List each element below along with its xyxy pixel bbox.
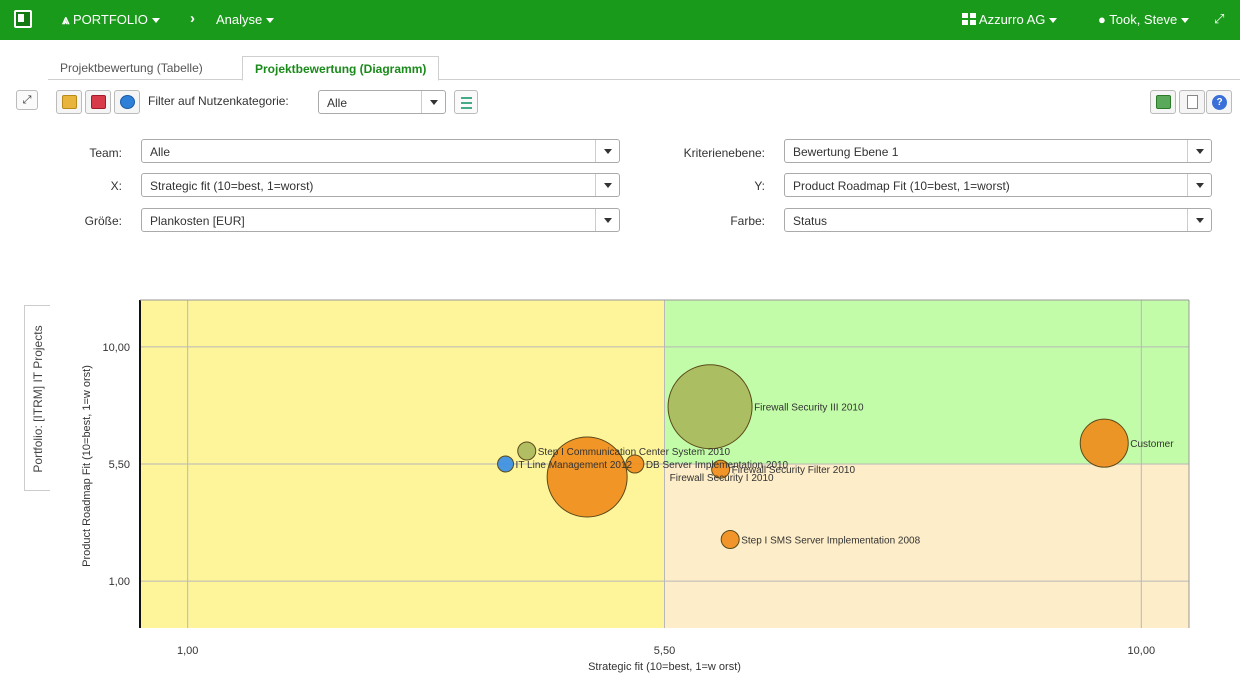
fullscreen-icon[interactable]: ⤢: [1214, 11, 1224, 27]
y-tick-label: 10,00: [102, 342, 130, 354]
x-axis-select[interactable]: Strategic fit (10=best, 1=worst): [141, 173, 620, 197]
color-label: Farbe:: [730, 214, 765, 228]
size-label: Größe:: [84, 214, 122, 228]
criteria-level-select[interactable]: Bewertung Ebene 1: [784, 139, 1212, 163]
bubble: [720, 529, 740, 549]
filter-select[interactable]: Alle: [318, 90, 446, 114]
company-menu-label: Azzurro AG: [978, 12, 1046, 27]
export-chart-button[interactable]: [1150, 90, 1176, 114]
x-tick-label: 1,00: [177, 645, 198, 657]
chevron-down-icon: [595, 140, 619, 162]
y-axis-title: Product Roadmap Fit (10=best, 1=w orst): [81, 365, 93, 567]
tab-strip: Projektbewertung (Tabelle) Projektbewert…: [48, 56, 1240, 81]
side-panel-label: Portfolio: [ITRM] IT Projects: [31, 325, 45, 473]
chevron-down-icon: [266, 18, 275, 24]
bubble: [497, 455, 515, 473]
bubble: [667, 364, 753, 450]
list-icon: [461, 97, 472, 99]
criteria-level-select-value: Bewertung Ebene 1: [793, 145, 899, 159]
filter-label: Filter auf Nutzenkategorie:: [148, 94, 289, 108]
list-icon-line: [461, 107, 472, 109]
user-menu-label: Took, Steve: [1109, 12, 1178, 27]
app-logo-icon[interactable]: [14, 10, 32, 28]
y-tick-label: 1,00: [109, 576, 130, 588]
bubble-label: Firewall Security III 2010: [754, 403, 864, 414]
export-icon: [62, 95, 77, 109]
bubble-label: Customer: [1130, 439, 1174, 450]
portfolio-icon: ⩓: [62, 12, 70, 27]
analyse-menu[interactable]: Analyse: [216, 12, 275, 27]
save-icon: [91, 95, 106, 109]
team-select[interactable]: Alle: [141, 139, 620, 163]
tab-table[interactable]: Projektbewertung (Tabelle): [48, 56, 215, 80]
x-label: X:: [110, 179, 122, 193]
top-navigation-bar: ⩓ PORTFOLIO › Analyse Azzurro AG ● Took,…: [0, 0, 1240, 40]
bubble: [517, 441, 537, 461]
chevron-down-icon: [595, 209, 619, 231]
user-icon: ●: [1098, 12, 1106, 27]
grid-icon: [962, 13, 976, 25]
y-axis-select-value: Product Roadmap Fit (10=best, 1=worst): [793, 179, 1010, 193]
company-menu[interactable]: Azzurro AG: [962, 12, 1058, 27]
chevron-down-icon: [1181, 18, 1190, 24]
x-axis-title: Strategic fit (10=best, 1=w orst): [588, 661, 741, 673]
analyse-menu-label: Analyse: [216, 12, 263, 27]
y-tick-label: 5,50: [109, 459, 130, 471]
list-icon-line: [461, 102, 472, 104]
chevron-down-icon: [151, 18, 160, 24]
x-tick-label: 5,50: [654, 645, 675, 657]
refresh-icon: [120, 95, 135, 109]
document-icon: [1187, 95, 1198, 109]
list-button[interactable]: [454, 90, 478, 114]
chevron-down-icon: [1049, 18, 1058, 24]
save-button[interactable]: [85, 90, 111, 114]
chevron-down-icon: [1187, 174, 1211, 196]
expand-icon[interactable]: ⤢: [16, 90, 38, 110]
user-menu[interactable]: ● Took, Steve: [1098, 12, 1190, 27]
breadcrumb-separator-icon: ›: [190, 10, 195, 27]
bubble-label: Step I SMS Server Implementation 2008: [741, 535, 920, 546]
bubble-label: Firewall Security Filter 2010: [732, 465, 856, 476]
image-export-icon: [1156, 95, 1171, 109]
help-button[interactable]: ?: [1206, 90, 1232, 114]
x-axis-select-value: Strategic fit (10=best, 1=worst): [150, 179, 314, 193]
size-select[interactable]: Plankosten [EUR]: [141, 208, 620, 232]
y-label: Y:: [754, 179, 765, 193]
tab-diagram[interactable]: Projektbewertung (Diagramm): [242, 56, 440, 81]
export-button[interactable]: [56, 90, 82, 114]
print-button[interactable]: [1179, 90, 1205, 114]
bubble-chart: 1,00 5,50 10,00 1,00 5,50 10,00 Strategic fit …: [81, 299, 1190, 673]
side-panel-tab[interactable]: Portfolio: [ITRM] IT Projects: [24, 305, 50, 491]
chevron-down-icon: [1187, 209, 1211, 231]
criteria-level-label: Kriterienebene:: [683, 146, 765, 160]
team-label: Team:: [89, 146, 122, 160]
portfolio-menu[interactable]: ⩓ PORTFOLIO: [62, 12, 160, 28]
size-select-value: Plankosten [EUR]: [150, 214, 245, 228]
portfolio-menu-label: PORTFOLIO: [72, 12, 148, 27]
chevron-down-icon: [421, 91, 445, 113]
bubble-label: IT Line Management 2012: [516, 460, 633, 471]
chevron-down-icon: [1187, 140, 1211, 162]
bubble-label: Step I Communication Center System 2010: [538, 447, 731, 458]
chevron-down-icon: [595, 174, 619, 196]
x-tick-label: 10,00: [1128, 645, 1156, 657]
y-axis-select[interactable]: Product Roadmap Fit (10=best, 1=worst): [784, 173, 1212, 197]
help-icon: ?: [1212, 95, 1227, 110]
color-select[interactable]: Status: [784, 208, 1212, 232]
team-select-value: Alle: [150, 145, 171, 159]
color-select-value: Status: [793, 214, 828, 228]
refresh-button[interactable]: [114, 90, 140, 114]
bubble: [1079, 418, 1129, 468]
filter-select-value: Alle: [327, 96, 348, 110]
